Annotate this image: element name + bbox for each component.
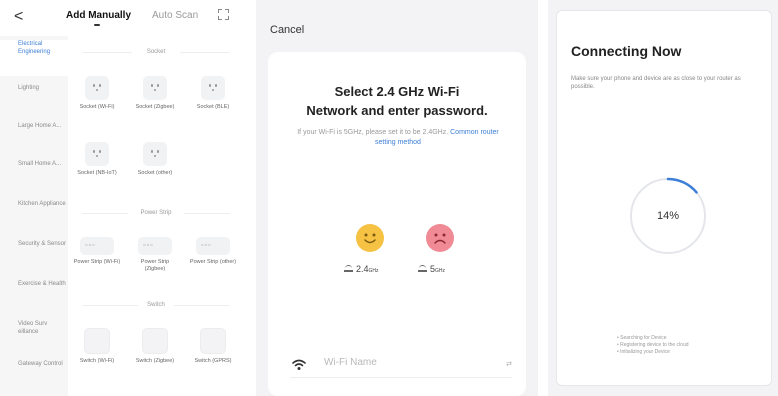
connection-steps: • Searching for Device • Registering dev… [617, 335, 767, 356]
category-label: Security & Sensor [18, 241, 67, 247]
device-strip-wifi[interactable]: ▫▫▫ Power Strip (Wi-Fi) [72, 234, 122, 266]
device-list: Socket Socket (Wi-Fi) Socket (Zigbee) So… [68, 36, 244, 396]
device-socket-zigbee[interactable]: Socket (Zigbee) [130, 76, 180, 111]
category-gateway-control[interactable]: Gateway Control [0, 360, 68, 396]
category-label: Large Home A... [18, 123, 62, 129]
wifi-card: Select 2.4 GHz Wi-Fi Network and enter p… [268, 52, 526, 396]
category-label: Gateway Control [18, 361, 63, 367]
socket-icon [201, 76, 225, 100]
wifi-panel: Cancel Select 2.4 GHz Wi-Fi Network and … [256, 0, 538, 396]
power-strip-icon: ▫▫▫ [196, 237, 230, 255]
wifi-title-line2: Network and enter password. [306, 103, 488, 118]
switch-icon [84, 328, 110, 354]
device-label: Socket (BLE) [196, 104, 230, 110]
step-item: • Initializing your Device [617, 349, 670, 355]
category-lighting[interactable]: Lighting [0, 84, 68, 120]
step-item: • Searching for Device [617, 335, 667, 341]
category-label: Video Surv eillance [18, 321, 48, 335]
device-strip-other[interactable]: ▫▫▫ Power Strip (other) [188, 234, 238, 266]
device-switch-gprs[interactable]: Switch (GPRS) [188, 328, 238, 365]
wifi-icon [292, 358, 306, 376]
socket-icon [143, 76, 167, 100]
step-label: Registering device to the cloud [620, 342, 689, 348]
device-label: Power Strip (other) [189, 259, 237, 265]
add-device-panel: < Add Manually Auto Scan Electrical Engi… [0, 0, 244, 396]
connecting-panel: Connecting Now Make sure your phone and … [548, 0, 778, 396]
category-exercise-health[interactable]: Exercise & Health [0, 280, 68, 316]
tab-add-manually[interactable]: Add Manually [66, 10, 131, 21]
progress-percent: 14% [656, 210, 680, 222]
category-large-home-appliance[interactable]: Large Home A... [0, 122, 68, 158]
device-label: Socket (Wi-Fi) [79, 104, 115, 110]
category-sidebar: Electrical Engineering Lighting Large Ho… [0, 36, 68, 396]
category-label: Lighting [18, 85, 40, 91]
device-label: Power Strip (Wi-Fi) [73, 259, 121, 265]
device-label: Socket (other) [137, 170, 173, 176]
back-button[interactable]: < [14, 8, 23, 26]
router-icon [418, 265, 427, 272]
category-electrical-engineering[interactable]: Electrical Engineering [0, 40, 68, 76]
connecting-title: Connecting Now [571, 43, 682, 59]
category-label: Exercise & Health [18, 281, 66, 287]
device-socket-nbiot[interactable]: Socket (NB-IoT) [72, 142, 122, 177]
device-label: Socket (NB-IoT) [77, 170, 117, 176]
router-icon [344, 265, 353, 272]
add-device-header: < Add Manually Auto Scan [0, 0, 244, 34]
socket-icon [85, 76, 109, 100]
scan-icon[interactable] [218, 9, 229, 20]
wifi-hint-text: If your Wi-Fi is 5GHz, please set it to … [297, 129, 449, 136]
switch-icon [142, 328, 168, 354]
device-label: Switch (Zigbee) [135, 358, 175, 364]
category-label: Small Home A... [18, 161, 62, 167]
device-strip-zigbee[interactable]: ▫▫▫ Power Strip (Zigbee) [130, 234, 180, 273]
cancel-button[interactable]: Cancel [270, 24, 304, 36]
switch-icon [200, 328, 226, 354]
band-unit: GHz [368, 268, 379, 274]
connecting-description: Make sure your phone and device are as c… [571, 76, 741, 90]
step-label: Initializing your Device [620, 349, 670, 355]
device-label: Switch (GPRS) [194, 358, 232, 364]
active-tab-indicator [94, 24, 100, 26]
device-switch-wifi[interactable]: Switch (Wi-Fi) [72, 328, 122, 365]
band-2-4ghz: 2.4GHz [344, 264, 379, 274]
device-socket-other[interactable]: Socket (other) [130, 142, 180, 177]
wifi-hint: If your Wi-Fi is 5GHz, please set it to … [292, 128, 504, 148]
happy-face-icon [356, 224, 384, 252]
section-title-switch: Switch [147, 302, 165, 308]
tab-auto-scan[interactable]: Auto Scan [152, 10, 198, 21]
wifi-title-line1: Select 2.4 GHz Wi-Fi [334, 84, 460, 99]
section-title-socket: Socket [146, 49, 166, 55]
wifi-title: Select 2.4 GHz Wi-Fi Network and enter p… [268, 82, 526, 120]
category-small-home-appliance[interactable]: Small Home A... [0, 160, 68, 196]
wifi-name-input[interactable] [324, 357, 474, 368]
band-unit: GHz [435, 268, 446, 274]
category-kitchen-appliance[interactable]: Kitchen Appliance [0, 200, 68, 236]
socket-icon [85, 142, 109, 166]
connecting-card: Connecting Now Make sure your phone and … [556, 10, 772, 386]
category-label: Electrical Engineering [18, 41, 51, 55]
device-label: Power Strip (Zigbee) [140, 259, 170, 272]
category-video-surveillance[interactable]: Video Surv eillance [0, 320, 68, 356]
band-5ghz: 5GHz [418, 264, 445, 274]
step-label: Searching for Device [620, 335, 667, 341]
device-switch-zigbee[interactable]: Switch (Zigbee) [130, 328, 180, 365]
socket-icon [143, 142, 167, 166]
switch-network-icon[interactable]: ⇄ [506, 360, 512, 368]
band-value: 2.4 [356, 264, 369, 274]
device-label: Socket (Zigbee) [135, 104, 175, 110]
wifi-name-row: ⇄ [290, 352, 512, 378]
category-security-sensor[interactable]: Security & Sensor [0, 240, 68, 276]
device-socket-ble[interactable]: Socket (BLE) [188, 76, 238, 111]
step-item: • Registering device to the cloud [617, 342, 689, 348]
power-strip-icon: ▫▫▫ [138, 237, 172, 255]
section-title-power-strip: Power Strip [140, 210, 172, 216]
category-label: Kitchen Appliance [18, 201, 66, 207]
sad-face-icon [426, 224, 454, 252]
device-socket-wifi[interactable]: Socket (Wi-Fi) [72, 76, 122, 111]
power-strip-icon: ▫▫▫ [80, 237, 114, 255]
device-label: Switch (Wi-Fi) [79, 358, 115, 364]
